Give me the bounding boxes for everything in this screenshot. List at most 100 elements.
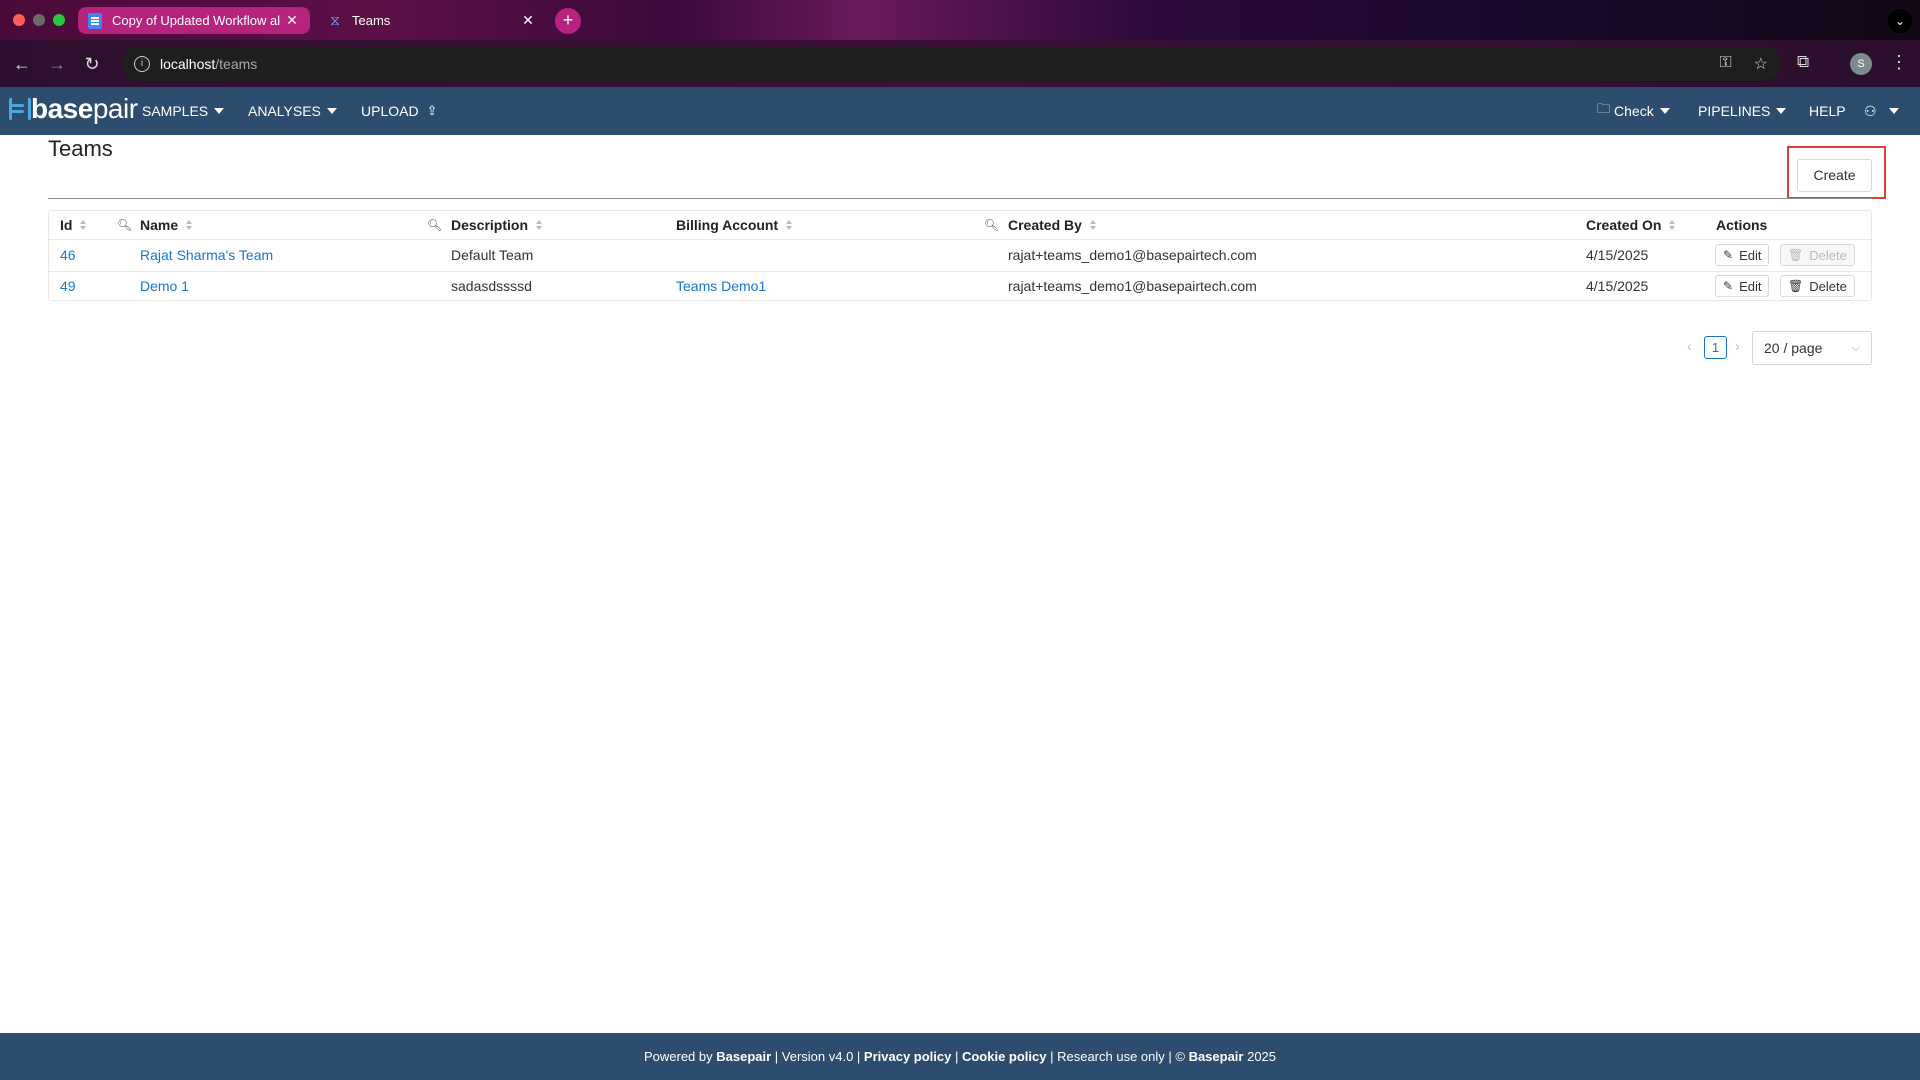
created-by: rajat+teams_demo1@basepairtech.com [1008,247,1257,263]
column-header-name[interactable]: Name [140,211,193,239]
url-host: localhost [160,56,216,72]
forward-icon[interactable]: → [45,52,69,76]
caret-down-icon [1888,108,1899,114]
site-info-icon[interactable]: i [134,56,150,72]
edit-label: Edit [1739,247,1762,263]
team-description: sadasdssssd [451,278,532,294]
edit-pencil-icon: ✎ [1723,248,1734,262]
team-description: Default Team [451,247,534,263]
sort-icon[interactable] [186,220,193,230]
browser-tab-docs[interactable]: Copy of Updated Workflow al ✕ [78,7,310,34]
password-key-icon[interactable]: ⚿ [1719,54,1731,74]
header-label: Created On [1586,217,1662,233]
column-header-billing-account[interactable]: Billing Account [676,211,793,239]
pagination-page-button[interactable]: 1 [1704,336,1727,359]
header-label: Description [451,217,529,233]
sort-icon[interactable] [1089,220,1096,230]
delete-label: Delete [1809,247,1847,263]
sort-icon[interactable] [1669,220,1676,230]
header-label: Actions [1716,217,1768,233]
sort-icon[interactable] [536,220,543,230]
nav-label: Check [1614,103,1654,119]
pagination-next-icon[interactable]: › [1735,338,1740,354]
close-tab-icon[interactable]: ✕ [284,12,300,29]
nav-label: UPLOAD [361,103,419,119]
reload-icon[interactable]: ↻ [80,52,104,76]
header-label: Billing Account [676,217,779,233]
column-header-id[interactable]: Id [60,211,87,239]
team-name-link[interactable]: Demo 1 [140,271,189,301]
nav-analyses[interactable]: ANALYSES [248,87,337,135]
app-header: basepair SAMPLES ANALYSES UPLOAD ⇪ 🗀 Check… [0,87,1920,135]
nav-user-menu[interactable]: ⚇ [1864,87,1899,135]
caret-down-icon [214,108,225,114]
tab-search-icon[interactable]: ⌄ [1888,9,1912,33]
created-on: 4/15/2025 [1586,247,1649,263]
footer-version: | Version v4.0 | [771,1049,864,1064]
edit-button[interactable]: ✎ Edit [1715,244,1770,266]
column-header-description[interactable]: Description [451,211,543,239]
team-name-link[interactable]: Rajat Sharma's Team [140,240,273,270]
nav-help[interactable]: HELP [1809,87,1846,135]
nav-upload[interactable]: UPLOAD ⇪ [361,87,437,135]
cookie-policy-link[interactable]: Cookie policy [962,1049,1047,1064]
nav-label: SAMPLES [142,103,209,119]
sort-icon[interactable] [80,220,87,230]
column-header-created-by[interactable]: Created By [1008,211,1096,239]
nav-pipelines[interactable]: PIPELINES [1698,87,1787,135]
footer-separator: | [951,1049,962,1064]
close-tab-icon[interactable]: ✕ [520,12,536,29]
created-by: rajat+teams_demo1@basepairtech.com [1008,278,1257,294]
address-bar[interactable]: i localhost/teams ⚿ ☆ [122,47,1780,81]
page-size-select[interactable]: 20 / page ⌵ [1752,331,1872,365]
logo-mark-icon [7,94,31,124]
delete-button[interactable]: 🗑︎ Delete [1780,244,1855,266]
header-label: Created By [1008,217,1082,233]
delete-button[interactable]: 🗑︎ Delete [1780,275,1855,297]
nav-label: ANALYSES [248,103,321,119]
sort-icon[interactable] [786,220,793,230]
extensions-icon[interactable]: ⧉ [1797,52,1809,72]
footer-brand-link[interactable]: Basepair [716,1049,771,1064]
browser-tab-bar: Copy of Updated Workflow al ✕ ⧖ Teams ✕ … [0,0,1920,40]
page-title: Teams [48,136,113,161]
column-header-actions: Actions [1716,211,1767,239]
search-icon[interactable]: 🔍︎ [117,218,132,232]
trash-icon: 🗑︎ [1788,279,1804,293]
browser-tab-teams[interactable]: ⧖ Teams ✕ [318,7,546,34]
caret-down-icon [1776,108,1787,114]
column-header-created-on[interactable]: Created On [1586,211,1676,239]
close-window-icon[interactable] [13,14,25,26]
docs-icon [88,12,102,29]
browser-toolbar: ← → ↻ i localhost/teams ⚿ ☆ ⧉ S ⋮ [0,40,1920,87]
team-id-link[interactable]: 49 [60,271,76,301]
browser-menu-icon[interactable]: ⋮ [1890,52,1908,73]
back-icon[interactable]: ← [10,52,34,76]
delete-label: Delete [1809,278,1847,294]
bookmark-star-icon[interactable]: ☆ [1754,54,1768,74]
caret-down-icon [326,108,337,114]
footer-brand-link[interactable]: Basepair [1189,1049,1244,1064]
profile-avatar[interactable]: S [1850,53,1872,75]
upload-icon: ⇪ [426,103,438,118]
maximize-window-icon[interactable] [53,14,65,26]
caret-down-icon [1659,108,1670,114]
tab-title: Copy of Updated Workflow al [112,13,281,28]
privacy-policy-link[interactable]: Privacy policy [864,1049,951,1064]
new-tab-button[interactable]: + [555,8,581,34]
search-icon[interactable]: 🔍︎ [427,218,442,232]
nav-project-check[interactable]: 🗀 Check [1597,87,1670,135]
pagination-prev-icon[interactable]: ‹ [1687,338,1692,354]
trash-icon: 🗑︎ [1788,248,1804,262]
minimize-window-icon[interactable] [33,14,45,26]
edit-button[interactable]: ✎ Edit [1715,275,1770,297]
url-path: /teams [215,56,258,72]
create-button[interactable]: Create [1797,159,1872,192]
basepair-logo[interactable]: basepair [7,93,138,125]
logo-text-light: pair [92,93,138,124]
search-icon[interactable]: 🔍︎ [984,218,999,232]
team-id-link[interactable]: 46 [60,240,76,270]
nav-samples[interactable]: SAMPLES [142,87,225,135]
billing-account-link[interactable]: Teams Demo1 [676,271,766,301]
page-size-value: 20 / page [1764,340,1823,356]
